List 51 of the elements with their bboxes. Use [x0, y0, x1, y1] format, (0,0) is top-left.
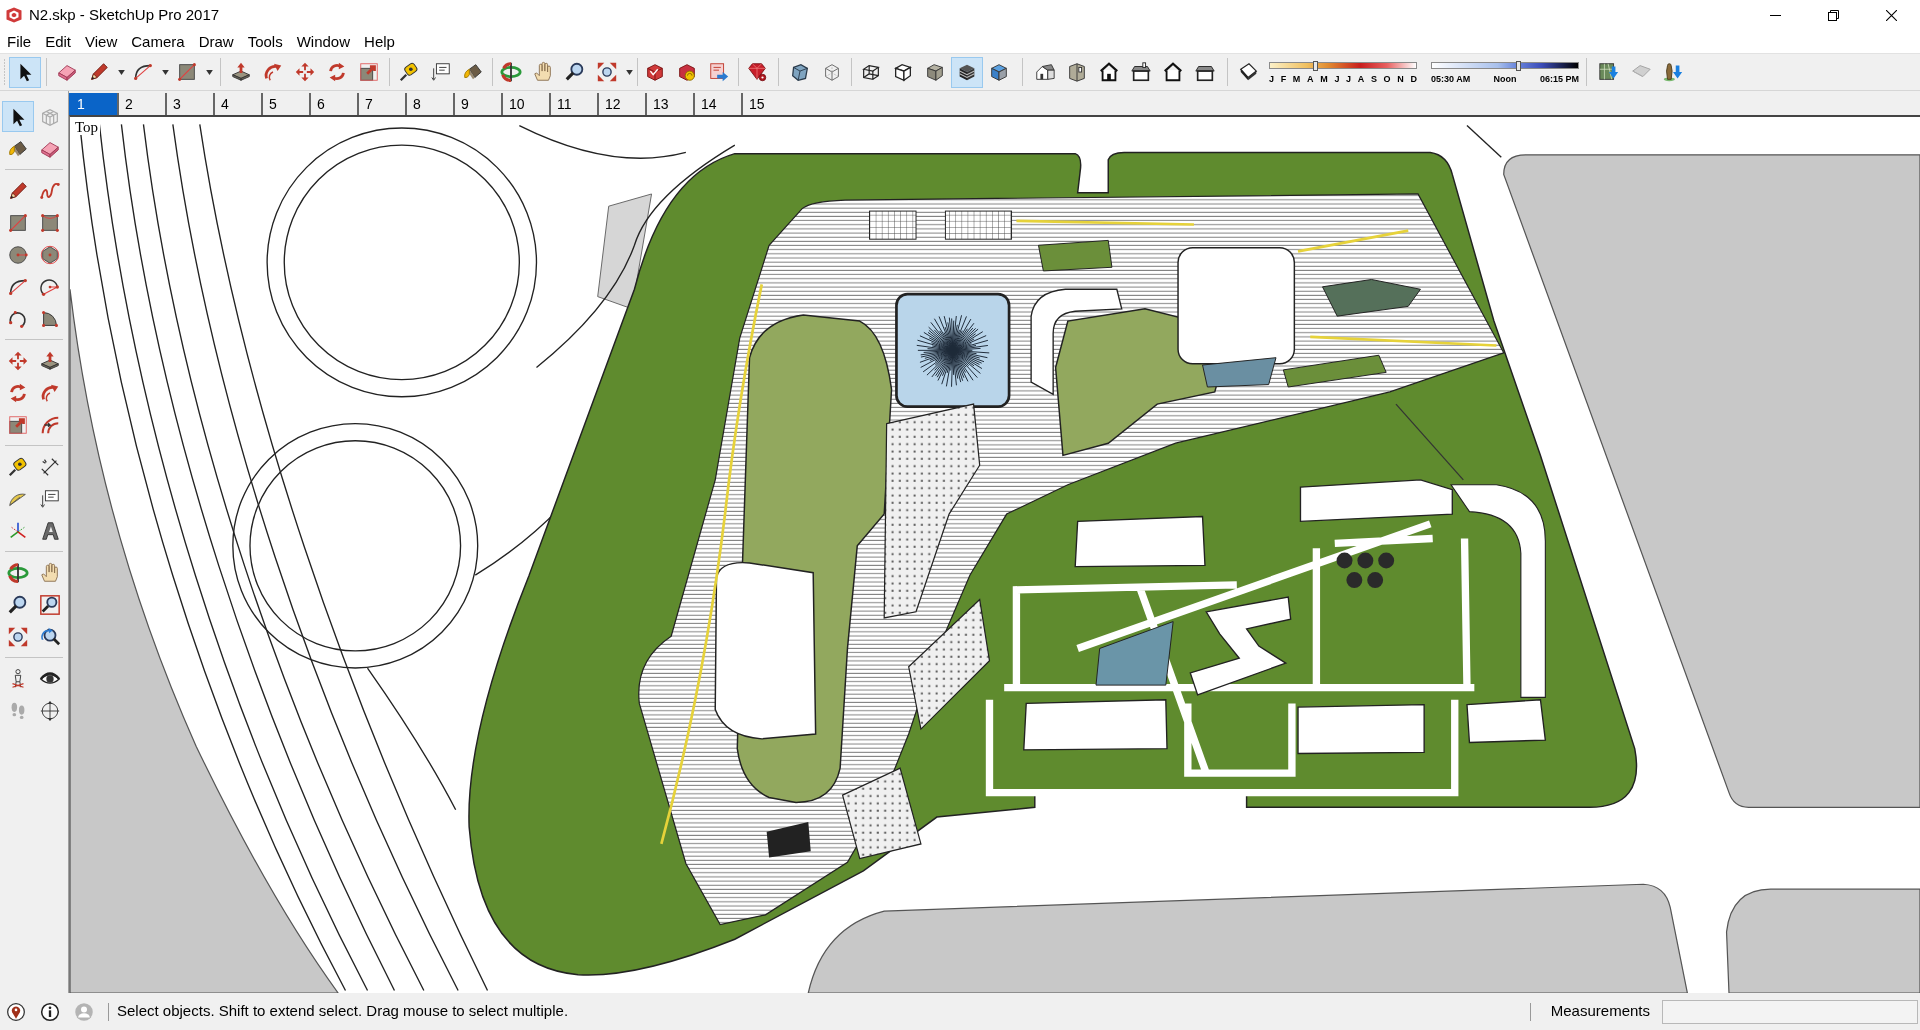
- tree-marker: [1346, 572, 1363, 588]
- menu-item[interactable]: Camera: [124, 31, 192, 52]
- month-label: S: [1370, 74, 1377, 84]
- month-label: A: [1307, 74, 1314, 84]
- skylight-panel: [766, 821, 811, 858]
- menu-item[interactable]: Draw: [191, 31, 241, 52]
- parking-block: [869, 210, 917, 240]
- tree-marker: [1357, 552, 1374, 569]
- month-label: A: [1357, 74, 1365, 84]
- menu-item[interactable]: File: [0, 31, 39, 52]
- time-label: 05:30 AM: [1431, 74, 1471, 84]
- menu-item[interactable]: Help: [357, 31, 402, 52]
- measurements-label: Measurements: [1550, 1001, 1650, 1022]
- time-slider[interactable]: [1431, 62, 1579, 69]
- tree-marker: [1336, 552, 1353, 569]
- close-icon[interactable]: [1885, 9, 1897, 21]
- time-label: 06:15 PM: [1539, 74, 1579, 84]
- month-label: M: [1292, 74, 1301, 84]
- menu-item[interactable]: View: [78, 31, 125, 52]
- menu-item[interactable]: Edit: [38, 31, 79, 52]
- month-label: N: [1397, 74, 1404, 84]
- location-pin-icon[interactable]: [6, 1001, 26, 1022]
- slider-thumb[interactable]: [1516, 61, 1522, 71]
- scene-tab[interactable]: 1: [69, 93, 117, 115]
- month-label: O: [1383, 74, 1391, 84]
- road-edge-line: [1466, 124, 1502, 158]
- month-label: D: [1410, 74, 1417, 84]
- tree-marker: [1378, 552, 1395, 569]
- app-logo-icon: [5, 6, 23, 24]
- measurements-field[interactable]: [1662, 999, 1918, 1024]
- view-name-label: Top: [73, 119, 101, 135]
- caret-icon[interactable]: [625, 69, 633, 75]
- caret-icon[interactable]: [117, 69, 125, 75]
- menu-item[interactable]: Tools: [240, 31, 290, 52]
- slider-thumb[interactable]: [1313, 61, 1319, 71]
- month-slider[interactable]: [1269, 62, 1417, 69]
- month-label: F: [1280, 74, 1287, 84]
- window-title: N2.skp - SketchUp Pro 2017: [29, 6, 220, 24]
- month-label: M: [1320, 74, 1328, 84]
- caret-icon[interactable]: [205, 69, 213, 75]
- month-label: J: [1334, 74, 1340, 84]
- tree-marker: [1367, 572, 1384, 588]
- month-label: J: [1346, 74, 1352, 84]
- restore-icon[interactable]: [1827, 9, 1839, 21]
- status-message: Select objects. Shift to extend select. Drag mouse to select multiple.: [117, 1001, 569, 1022]
- menu-item[interactable]: Window: [289, 31, 358, 52]
- time-label: Noon: [1493, 74, 1517, 84]
- parking-block: [944, 210, 1012, 240]
- caret-icon[interactable]: [161, 69, 169, 75]
- info-icon[interactable]: [40, 1001, 60, 1022]
- month-label: J: [1269, 74, 1274, 84]
